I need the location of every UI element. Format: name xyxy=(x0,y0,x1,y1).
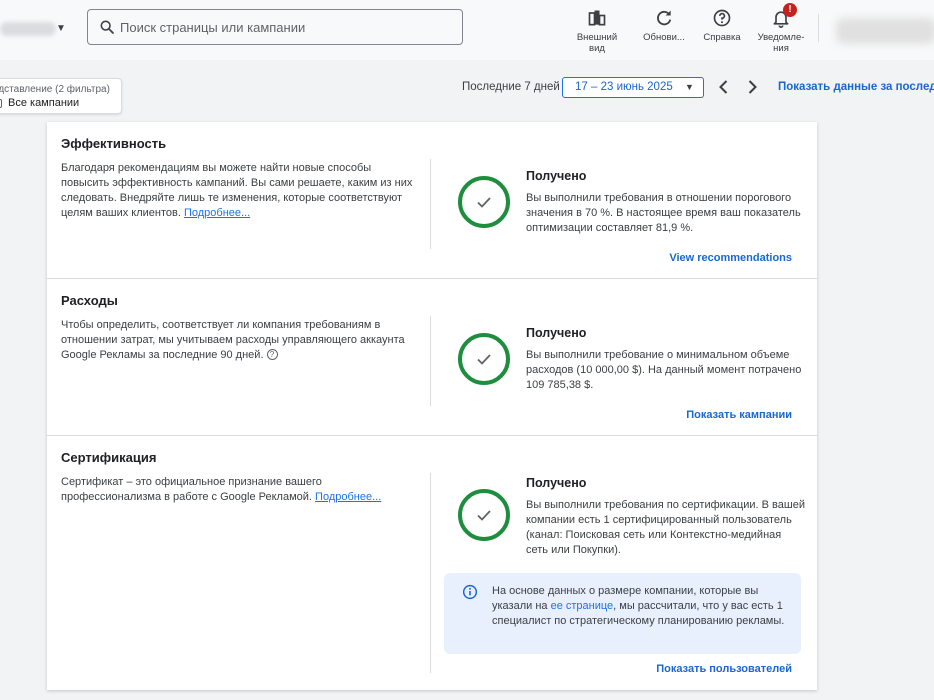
status-title: Получено xyxy=(526,476,587,490)
vertical-divider xyxy=(430,316,431,406)
notifications-button[interactable]: Уведомле- ния xyxy=(755,8,807,54)
company-page-link[interactable]: ее странице xyxy=(551,600,614,612)
chevron-right-icon[interactable] xyxy=(744,78,760,96)
spend-section: Расходы Чтобы определить, соответствует … xyxy=(47,279,817,436)
search-input[interactable] xyxy=(120,10,450,44)
status-title: Получено xyxy=(526,169,587,183)
date-range-label: Последние 7 дней xyxy=(462,81,560,93)
info-icon xyxy=(462,584,478,600)
help-label: Справка xyxy=(703,32,741,43)
vertical-divider xyxy=(430,159,431,249)
appearance-label-line1: Внешний xyxy=(576,32,618,43)
show-campaigns-link[interactable]: Показать кампании xyxy=(686,409,792,421)
view-filter-value: Все кампании xyxy=(8,97,80,109)
chevron-left-icon[interactable] xyxy=(716,78,732,96)
notifications-label-line1: Уведомле- xyxy=(757,32,805,43)
status-text: Вы выполнили требования по сертификации.… xyxy=(526,499,805,556)
chevron-down-icon[interactable]: ▼ xyxy=(56,23,68,35)
learn-more-link[interactable]: Подробнее... xyxy=(184,207,250,219)
refresh-label: Обнови... xyxy=(643,32,685,43)
vertical-divider xyxy=(430,473,431,673)
check-circle-icon xyxy=(458,489,510,541)
description-text: Сертификат – это официальное признание в… xyxy=(61,476,322,503)
learn-more-link[interactable]: Подробнее... xyxy=(315,491,381,503)
profile-blurred[interactable] xyxy=(836,18,934,44)
performance-section: Эффективность Благодаря рекомендациям вы… xyxy=(47,122,817,279)
requirements-card: Эффективность Благодаря рекомендациям вы… xyxy=(47,122,817,690)
info-text: На основе данных о размере компании, кот… xyxy=(492,584,788,629)
section-title: Расходы xyxy=(61,293,118,308)
section-title: Эффективность xyxy=(61,136,167,151)
help-icon[interactable]: ? xyxy=(266,349,278,360)
section-title: Сертификация xyxy=(61,450,157,465)
check-circle-icon xyxy=(458,333,510,385)
top-bar: ▼ Внешний вид Обнови... Справка xyxy=(0,0,934,60)
checkbox-icon xyxy=(0,99,2,108)
appearance-button[interactable]: Внешний вид xyxy=(571,8,623,54)
chevron-down-icon: ▼ xyxy=(685,82,694,92)
view-filter-chip[interactable]: едставление (2 фильтра) Все кампании xyxy=(0,78,122,114)
status-title: Получено xyxy=(526,326,587,340)
certification-section: Сертификация Сертификат – это официально… xyxy=(47,436,817,690)
account-selector-blurred[interactable] xyxy=(0,22,56,36)
appearance-icon xyxy=(588,10,606,26)
status-text: Вы выполнили требования в отношении поро… xyxy=(526,192,801,234)
view-filter-label: едставление (2 фильтра) xyxy=(0,84,110,95)
notifications-label-line2: ния xyxy=(773,43,789,54)
info-notice: На основе данных о размере компании, кот… xyxy=(444,573,801,654)
status-text: Вы выполнили требование о минимальном об… xyxy=(526,349,802,391)
section-description: Благодаря рекомендациям вы можете найти … xyxy=(61,161,419,221)
refresh-button[interactable]: Обнови... xyxy=(638,8,690,43)
notification-badge: ! xyxy=(783,3,797,17)
show-data-link[interactable]: Показать данные за последние xyxy=(778,81,934,93)
show-users-link[interactable]: Показать пользователей xyxy=(656,663,792,675)
check-circle-icon xyxy=(458,176,510,228)
date-range-value: 17 – 23 июнь 2025 xyxy=(575,81,673,93)
search-icon xyxy=(100,20,114,34)
toolbar-divider xyxy=(818,14,819,42)
help-icon xyxy=(713,9,731,27)
section-description: Чтобы определить, соответствует ли компа… xyxy=(61,318,419,363)
search-field[interactable] xyxy=(87,9,463,45)
description-text: Чтобы определить, соответствует ли компа… xyxy=(61,319,405,361)
help-button[interactable]: Справка xyxy=(696,8,748,43)
section-description: Сертификат – это официальное признание в… xyxy=(61,475,419,505)
date-range-select[interactable]: 17 – 23 июнь 2025 ▼ xyxy=(562,77,704,98)
view-recommendations-link[interactable]: View recommendations xyxy=(669,252,792,264)
appearance-label-line2: вид xyxy=(589,43,605,54)
refresh-icon xyxy=(657,10,672,26)
